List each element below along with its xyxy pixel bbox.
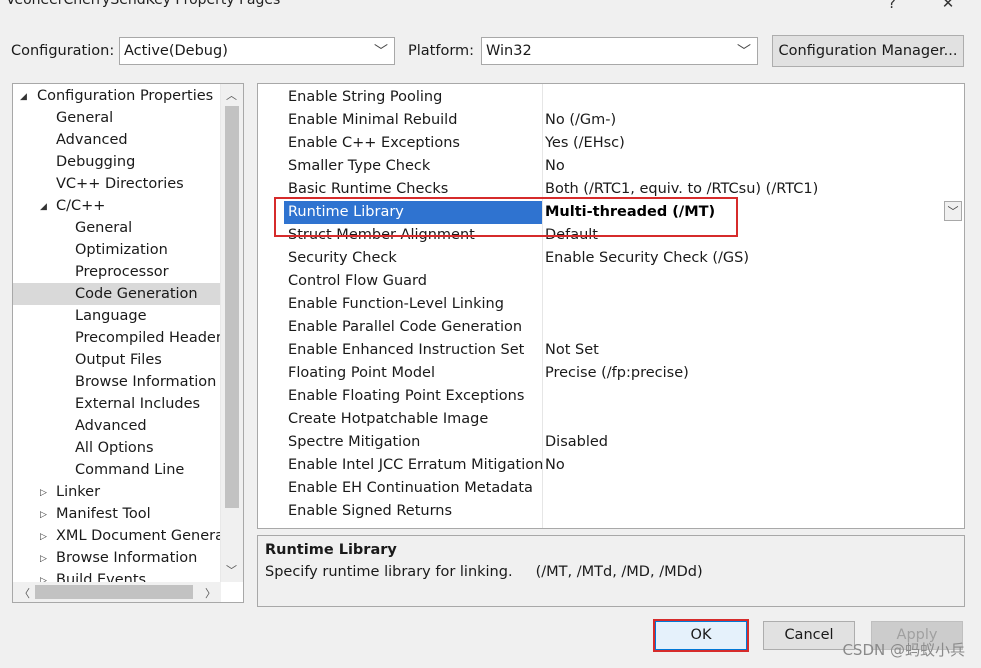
platform-label: Platform: — [408, 43, 475, 59]
grid-row[interactable]: Enable String Pooling — [258, 86, 964, 109]
grid-row[interactable]: Spectre Mitigation Disabled — [258, 431, 964, 454]
grid-row[interactable]: Enable Enhanced Instruction Set Not Set — [258, 339, 964, 362]
grid-row[interactable]: Enable Signed Returns — [258, 500, 964, 523]
tree-item-advanced[interactable]: Advanced — [56, 129, 128, 151]
configuration-dropdown[interactable]: Active(Debug) ﹀ — [119, 37, 395, 65]
watermark: CSDN @蚂蚁小兵 — [842, 641, 965, 659]
tree-item-cpp-general[interactable]: General — [75, 217, 132, 239]
expand-arrow-icon[interactable]: ▷ — [40, 548, 47, 570]
tree-item-configuration-properties[interactable]: ◢ Configuration Properties — [13, 85, 221, 107]
tree-item-cpp-advanced[interactable]: Advanced — [75, 415, 147, 437]
property-grid[interactable]: Enable String Pooling Enable Minimal Reb… — [257, 83, 965, 529]
description-text: Specify runtime library for linking. (/M… — [265, 564, 703, 580]
configuration-manager-label: Configuration Manager... — [778, 43, 958, 59]
scroll-down-icon[interactable]: ﹀ — [226, 562, 237, 578]
vertical-scroll-thumb[interactable] — [225, 106, 239, 508]
grid-row[interactable]: Enable Intel JCC Erratum Mitigation No — [258, 454, 964, 477]
tree-item-language[interactable]: Language — [75, 305, 147, 327]
grid-row[interactable]: Enable Parallel Code Generation — [258, 316, 964, 339]
tree-vertical-scrollbar[interactable]: ︿ ﹀ — [220, 84, 243, 582]
scroll-left-icon[interactable]: 〈 — [19, 585, 30, 601]
tree-item-build-events[interactable]: ▷ Build Events — [13, 569, 221, 582]
runtime-library-highlight-box — [274, 197, 738, 237]
scroll-up-icon[interactable]: ︿ — [226, 87, 237, 103]
close-button[interactable]: ✕ — [938, 0, 958, 12]
tree-item-general[interactable]: General — [56, 107, 113, 129]
tree-item-browse-information[interactable]: Browse Information — [75, 371, 216, 393]
description-title: Runtime Library — [265, 542, 397, 558]
scroll-right-icon[interactable]: 〉 — [205, 585, 216, 601]
configuration-value: Active(Debug) — [124, 43, 228, 59]
expand-arrow-icon[interactable]: ▷ — [40, 482, 47, 504]
grid-row[interactable]: Enable EH Continuation Metadata — [258, 477, 964, 500]
collapse-arrow-icon[interactable]: ◢ — [40, 196, 47, 218]
grid-row[interactable]: Control Flow Guard — [258, 270, 964, 293]
description-panel: Runtime Library Specify runtime library … — [257, 535, 965, 607]
property-tree[interactable]: ◢ Configuration Properties General Advan… — [12, 83, 244, 603]
grid-row[interactable]: Create Hotpatchable Image — [258, 408, 964, 431]
horizontal-scroll-thumb[interactable] — [35, 585, 193, 599]
cancel-label: Cancel — [784, 627, 834, 643]
grid-row[interactable]: Floating Point Model Precise (/fp:precise… — [258, 362, 964, 385]
tree-item-code-generation[interactable]: Code Generation — [13, 283, 221, 305]
configuration-manager-button[interactable]: Configuration Manager... — [772, 35, 964, 67]
expand-arrow-icon[interactable]: ▷ — [40, 526, 47, 547]
tree-item-debugging[interactable]: Debugging — [56, 151, 135, 173]
tree-item-command-line[interactable]: Command Line — [75, 459, 184, 481]
cancel-button[interactable]: Cancel — [763, 621, 855, 650]
help-button[interactable]: ? — [882, 0, 902, 12]
tree-item-external-includes[interactable]: External Includes — [75, 393, 200, 415]
chevron-down-icon: ﹀ — [737, 44, 751, 60]
tree-item-linker[interactable]: ▷ Linker — [13, 481, 221, 503]
value-dropdown-icon[interactable]: ﹀ — [944, 201, 962, 221]
platform-value: Win32 — [486, 43, 532, 59]
grid-row[interactable]: Enable Minimal Rebuild No (/Gm-) — [258, 109, 964, 132]
tree-horizontal-scrollbar[interactable]: 〈 〉 — [13, 582, 221, 602]
tree-item-precompiled-headers[interactable]: Precompiled Headers — [75, 327, 229, 349]
grid-row[interactable]: Enable C++ Exceptions Yes (/EHsc) — [258, 132, 964, 155]
window-title: VeoneerCherrySendKey Property Pages — [6, 0, 281, 8]
expand-arrow-icon[interactable]: ▷ — [40, 570, 47, 582]
tree-item-preprocessor[interactable]: Preprocessor — [75, 261, 169, 283]
grid-row[interactable]: Enable Floating Point Exceptions — [258, 385, 964, 408]
tree-item-optimization[interactable]: Optimization — [75, 239, 168, 261]
ok-highlight-box — [653, 619, 749, 652]
expand-arrow-icon[interactable]: ▷ — [40, 504, 47, 526]
tree-item-xml-document-generator[interactable]: ▷ XML Document Generato — [13, 525, 221, 547]
tree-item-c-cpp[interactable]: ◢ C/C++ — [13, 195, 221, 217]
tree-item-manifest-tool[interactable]: ▷ Manifest Tool — [13, 503, 221, 525]
tree-item-browse-information-top[interactable]: ▷ Browse Information — [13, 547, 221, 569]
collapse-arrow-icon[interactable]: ◢ — [20, 86, 27, 108]
grid-row[interactable]: Smaller Type Check No — [258, 155, 964, 178]
grid-row[interactable]: Security Check Enable Security Check (/GS… — [258, 247, 964, 270]
chevron-down-icon: ﹀ — [374, 44, 388, 60]
tree-item-all-options[interactable]: All Options — [75, 437, 154, 459]
tree-item-vc-directories[interactable]: VC++ Directories — [56, 173, 184, 195]
grid-row[interactable]: Enable Function-Level Linking — [258, 293, 964, 316]
configuration-label: Configuration: — [11, 43, 115, 59]
platform-dropdown[interactable]: Win32 ﹀ — [481, 37, 758, 65]
tree-item-output-files[interactable]: Output Files — [75, 349, 162, 371]
